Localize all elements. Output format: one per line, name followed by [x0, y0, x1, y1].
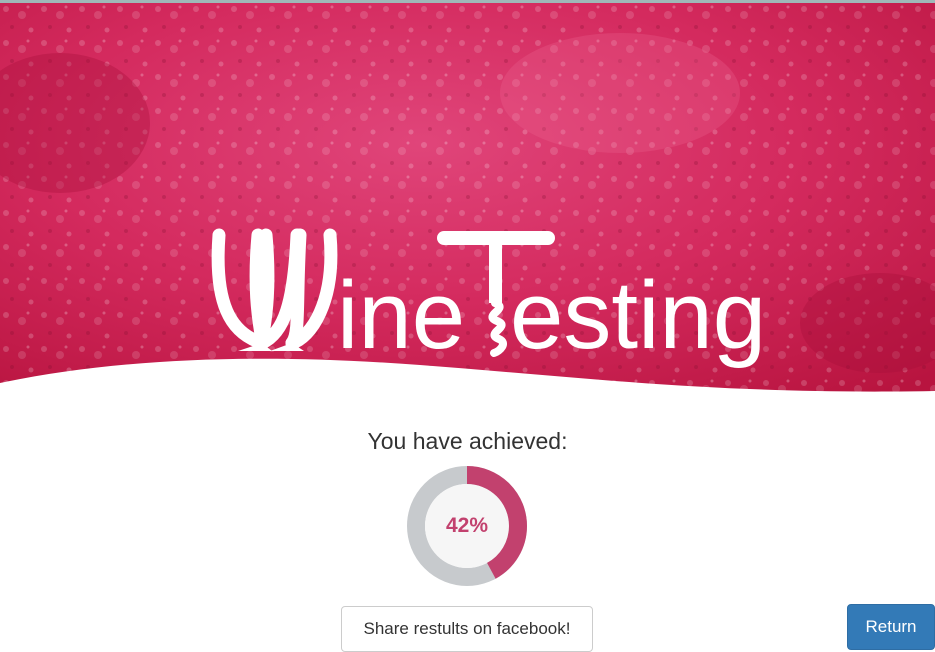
hero-banner: ine esting: [0, 3, 935, 403]
progress-gauge: 42%: [406, 465, 528, 587]
logo-text-ine: ine: [337, 262, 465, 369]
logo-text-esting: esting: [510, 262, 766, 369]
result-heading: You have achieved:: [367, 428, 568, 454]
return-button[interactable]: Return: [847, 604, 935, 650]
hero-image: ine esting: [0, 3, 935, 403]
share-facebook-button[interactable]: Share restults on facebook!: [341, 606, 593, 652]
progress-percent: 42%: [445, 514, 489, 537]
